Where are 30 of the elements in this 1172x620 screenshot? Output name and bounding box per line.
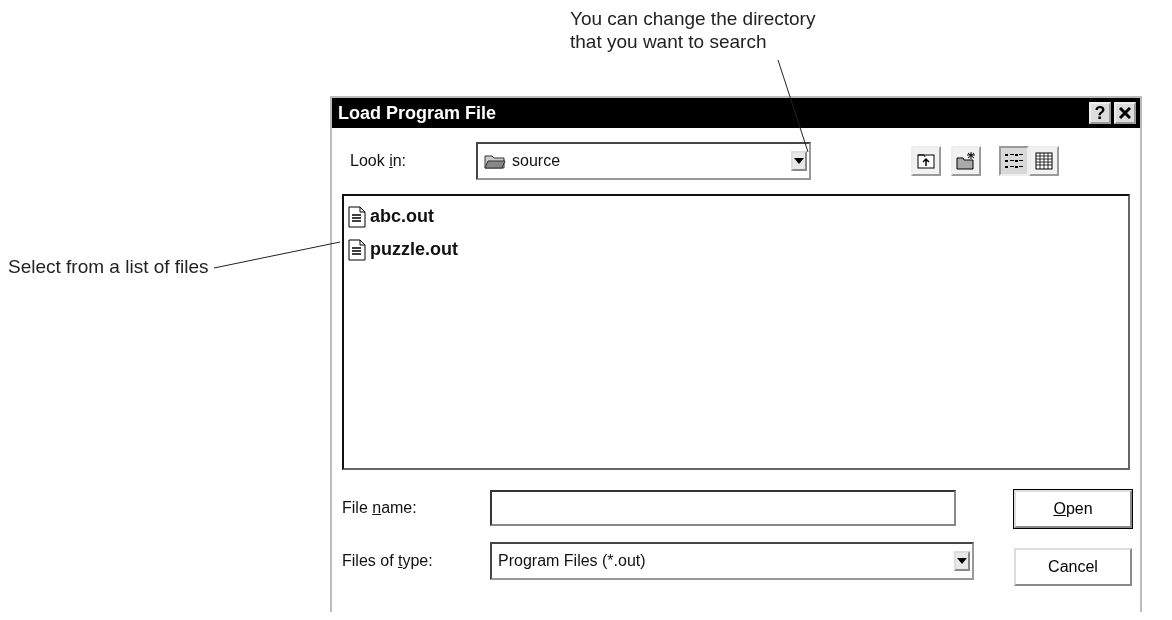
dropdown-arrow-icon — [957, 558, 967, 564]
file-name-label: File name: — [342, 498, 418, 518]
program-file-icon — [348, 238, 366, 261]
new-folder-button[interactable] — [951, 146, 981, 176]
dialog-button[interactable]: Cancel — [1014, 548, 1132, 586]
location-value: source — [512, 151, 561, 171]
file-type-dropdown[interactable]: Program Files (*.out) — [490, 542, 974, 580]
list-view-button[interactable] — [999, 146, 1029, 176]
close-icon — [1119, 107, 1131, 119]
new-folder-icon — [956, 151, 976, 171]
dialog-button[interactable]: Open — [1014, 490, 1132, 528]
up-folder-button[interactable] — [911, 146, 941, 176]
annotation-text: You can change the directory that you want to search — [570, 8, 817, 54]
look-in-label: Look in: — [349, 151, 408, 171]
list-view-icon — [1004, 151, 1024, 171]
location-dropdown[interactable]: source — [476, 142, 811, 180]
folder-icon — [484, 153, 506, 169]
window-title: Load Program File — [338, 101, 498, 125]
close-button[interactable] — [1114, 102, 1136, 124]
dropdown-arrow-icon — [794, 158, 804, 164]
annotation-text: Select from a list of files — [8, 256, 209, 279]
details-view-button[interactable] — [1029, 146, 1059, 176]
details-view-icon — [1034, 151, 1054, 171]
file-item[interactable]: abc.out — [346, 200, 1126, 233]
file-item[interactable]: puzzle.out — [346, 233, 1126, 266]
up-folder-icon — [916, 151, 936, 171]
file-type-label: Files of type: — [342, 551, 434, 571]
file-name-field[interactable] — [490, 490, 956, 526]
help-button[interactable]: ? — [1089, 102, 1111, 124]
program-file-icon — [348, 205, 366, 228]
